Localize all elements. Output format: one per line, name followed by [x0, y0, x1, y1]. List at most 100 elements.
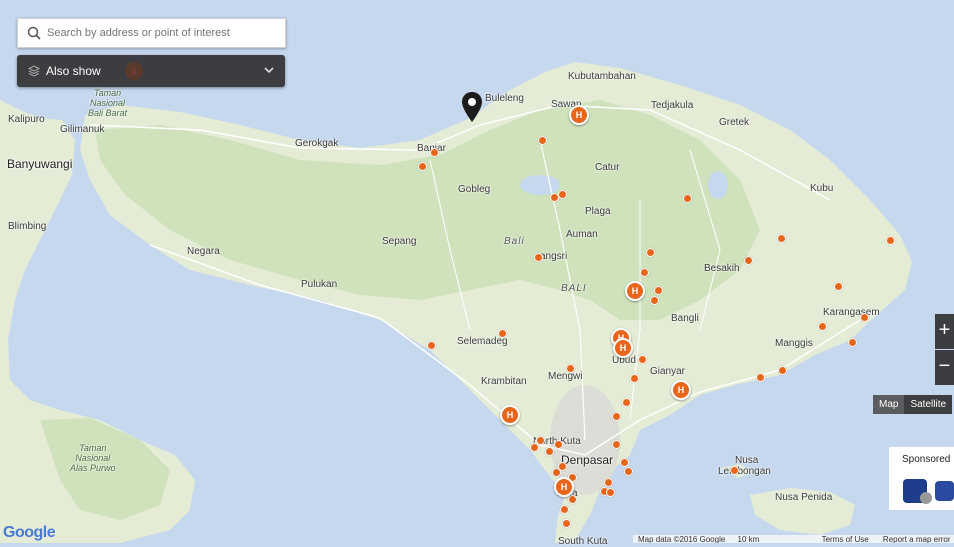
hotel-marker[interactable]: [778, 366, 787, 375]
chevron-down-icon: [264, 67, 274, 74]
park-label: Taman Nasional Bali Barat: [88, 88, 128, 118]
report-error-link[interactable]: Report a map error: [883, 535, 951, 543]
hotel-marker[interactable]: [538, 136, 547, 145]
place-label: Blimbing: [8, 221, 47, 232]
place-label: Gobleg: [458, 184, 491, 195]
hotel-marker[interactable]: [545, 447, 554, 456]
place-label: Gilimanuk: [60, 124, 105, 135]
place-label: Karangasem: [823, 307, 880, 318]
hotel-marker[interactable]: [654, 286, 663, 295]
hotel-cluster-marker[interactable]: H: [554, 477, 574, 497]
hotel-cluster-marker[interactable]: H: [625, 281, 645, 301]
hotel-marker[interactable]: [530, 443, 539, 452]
hotel-marker[interactable]: [554, 440, 563, 449]
hotel-cluster-marker[interactable]: H: [500, 405, 520, 425]
map-type-satellite-button[interactable]: Satellite: [904, 395, 953, 414]
place-label: South Kuta: [558, 536, 608, 547]
lake-batur: [708, 171, 728, 199]
place-label: Manggis: [775, 338, 813, 349]
hotel-marker[interactable]: [886, 236, 895, 245]
terms-link[interactable]: Terms of Use: [822, 535, 869, 543]
verified-icon: [920, 492, 932, 504]
hotel-icon: ⌂: [124, 62, 143, 80]
place-label: Gretek: [719, 117, 750, 128]
place-label: Kalipuro: [8, 114, 45, 125]
scale-label: 10 km: [737, 535, 760, 543]
hotel-marker[interactable]: [638, 355, 647, 364]
hotel-marker[interactable]: [498, 329, 507, 338]
hotel-marker[interactable]: [606, 488, 615, 497]
hotel-marker[interactable]: [604, 478, 613, 487]
layers-icon: [28, 65, 40, 77]
hotel-marker[interactable]: [560, 505, 569, 514]
sponsored-label: Sponsored: [902, 454, 951, 465]
hotel-marker[interactable]: [860, 313, 869, 322]
hotel-cluster-marker[interactable]: H: [569, 105, 589, 125]
search-input[interactable]: [45, 26, 279, 40]
hotel-marker[interactable]: [612, 412, 621, 421]
hotel-marker[interactable]: [756, 373, 765, 382]
search-bar[interactable]: [17, 18, 286, 48]
hotel-marker[interactable]: [777, 234, 786, 243]
location-pin-icon[interactable]: [460, 91, 484, 123]
sponsor-logo[interactable]: [935, 481, 954, 501]
place-label: Bangli: [671, 313, 699, 324]
park-label: Taman Nasional Alas Purwo: [70, 443, 116, 473]
hotel-marker[interactable]: [818, 322, 827, 331]
hotel-marker[interactable]: [552, 468, 561, 477]
map-data-text: Map data ©2016 Google: [638, 535, 726, 543]
place-label: Auman: [566, 229, 598, 240]
place-label: Nusa: [735, 455, 759, 466]
hotel-marker[interactable]: [566, 364, 575, 373]
place-label: Banyuwangi: [7, 157, 73, 171]
place-label: Mengwi: [548, 371, 583, 382]
place-label: Gerokgak: [295, 138, 339, 149]
sponsored-panel: Sponsored: [889, 447, 954, 510]
place-label: Nusa Penida: [775, 492, 833, 503]
zoom-in-button[interactable]: +: [935, 314, 954, 349]
hotel-cluster-marker[interactable]: H: [671, 380, 691, 400]
hotel-marker[interactable]: [640, 268, 649, 277]
map-attribution: Map data ©2016 Google 10 km Terms of Use…: [633, 535, 954, 543]
hotel-marker[interactable]: [568, 495, 577, 504]
hotel-marker[interactable]: [630, 374, 639, 383]
hotel-marker[interactable]: [430, 148, 439, 157]
hotel-marker[interactable]: [620, 458, 629, 467]
hotel-marker[interactable]: [650, 296, 659, 305]
place-label: Gianyar: [650, 366, 686, 377]
hotel-marker[interactable]: [418, 162, 427, 171]
search-icon: [27, 26, 41, 40]
place-label: Krambitan: [481, 376, 527, 387]
hotel-cluster-marker[interactable]: H: [613, 338, 633, 358]
place-label: Kubutambahan: [568, 71, 636, 82]
also-show-dropdown[interactable]: Also show ⌂: [17, 55, 285, 87]
google-logo: Google: [3, 524, 56, 541]
place-label: Tedjakula: [651, 100, 694, 111]
place-label: Catur: [595, 162, 620, 173]
hotel-marker[interactable]: [646, 248, 655, 257]
hotel-marker[interactable]: [534, 253, 543, 262]
also-show-label: Also show: [46, 64, 101, 78]
place-label: Bali: [504, 236, 525, 247]
hotel-marker[interactable]: [562, 519, 571, 528]
hotel-marker[interactable]: [744, 256, 753, 265]
hotel-marker[interactable]: [834, 282, 843, 291]
map-type-toggle: Map Satellite: [873, 395, 953, 414]
hotel-marker[interactable]: [427, 341, 436, 350]
hotel-marker[interactable]: [612, 440, 621, 449]
lake-bratan: [520, 175, 560, 195]
place-label: Besakih: [704, 263, 740, 274]
place-label: Lembongan: [718, 466, 771, 477]
map-type-map-button[interactable]: Map: [873, 395, 905, 414]
hotel-marker[interactable]: [558, 190, 567, 199]
hotel-marker[interactable]: [683, 194, 692, 203]
place-label: angsri: [540, 251, 568, 262]
place-label: Kubu: [810, 183, 834, 194]
hotel-marker[interactable]: [624, 467, 633, 476]
hotel-marker[interactable]: [622, 398, 631, 407]
place-label: Buleleng: [485, 93, 524, 104]
hotel-marker[interactable]: [848, 338, 857, 347]
place-label: Pulukan: [301, 279, 338, 290]
hotel-marker[interactable]: [730, 466, 739, 475]
zoom-out-button[interactable]: −: [935, 350, 954, 385]
